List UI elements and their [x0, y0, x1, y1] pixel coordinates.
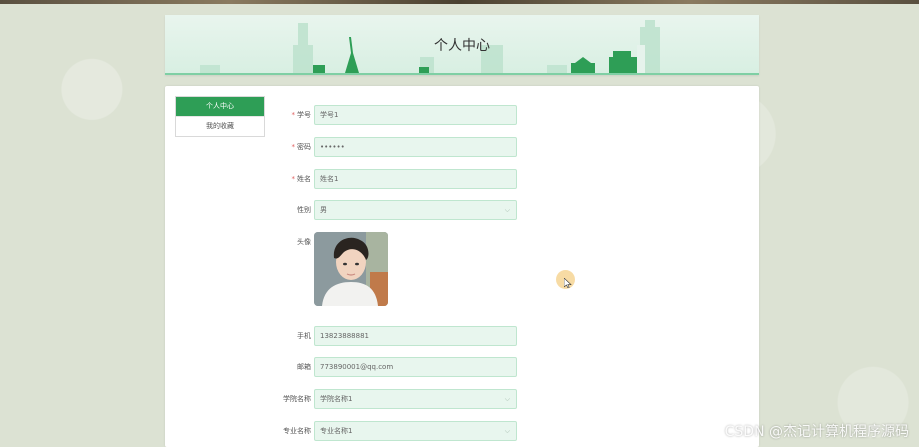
email-input[interactable]: 773890001@qq.com	[314, 357, 517, 377]
page-banner: 个人中心	[165, 15, 759, 75]
form-row-major: 专业名称 专业名称1 ⌵	[265, 421, 517, 441]
menu-item-my-favorites[interactable]: 我的收藏	[176, 116, 264, 136]
student-id-label: * 学号	[291, 111, 312, 119]
gender-select[interactable]: 男 ⌵	[314, 200, 517, 220]
required-mark: *	[291, 143, 296, 151]
form-row-college: 学院名称 学院名称1 ⌵	[265, 389, 517, 409]
student-id-input[interactable]: 学号1	[314, 105, 517, 125]
email-label: 邮箱	[297, 363, 311, 371]
side-menu: 个人中心 我的收藏	[175, 96, 265, 137]
form-row-password: * 密码 ••••••	[265, 137, 517, 157]
form-row-name: * 姓名 姓名1	[265, 169, 517, 189]
major-select[interactable]: 专业名称1 ⌵	[314, 421, 517, 441]
avatar-image[interactable]	[314, 232, 388, 306]
major-selected-value: 专业名称1	[320, 427, 353, 435]
password-input[interactable]: ••••••	[314, 137, 517, 157]
form-row-student-id: * 学号 学号1	[265, 105, 517, 125]
top-strip	[0, 0, 919, 4]
name-label: * 姓名	[291, 175, 312, 183]
name-input[interactable]: 姓名1	[314, 169, 517, 189]
college-select[interactable]: 学院名称1 ⌵	[314, 389, 517, 409]
chevron-down-icon: ⌵	[504, 427, 510, 435]
page-title: 个人中心	[434, 38, 490, 54]
required-mark: *	[291, 175, 296, 183]
chevron-down-icon: ⌵	[504, 395, 510, 403]
gender-label: 性别	[297, 206, 311, 214]
watermark-text: CSDN @杰记计算机程序源码	[724, 424, 909, 440]
avatar-portrait-icon	[314, 232, 388, 306]
avatar-label: 头像	[297, 238, 311, 246]
form-row-gender: 性别 男 ⌵	[265, 200, 517, 220]
gender-selected-value: 男	[320, 206, 327, 214]
major-label: 专业名称	[283, 427, 311, 435]
chevron-down-icon: ⌵	[504, 206, 510, 214]
password-label: * 密码	[291, 143, 312, 151]
phone-label: 手机	[297, 332, 311, 340]
form-row-email: 邮箱 773890001@qq.com	[265, 357, 517, 377]
menu-item-personal-center[interactable]: 个人中心	[176, 97, 264, 116]
profile-panel: 个人中心 我的收藏 * 学号 学号1 * 密码 •••••• * 姓名 姓名1 性别 …	[165, 86, 759, 447]
college-label: 学院名称	[283, 395, 311, 403]
college-selected-value: 学院名称1	[320, 395, 353, 403]
phone-input[interactable]: 13823888881	[314, 326, 517, 346]
mouse-pointer-icon	[564, 278, 572, 288]
form-row-avatar: 头像	[265, 232, 515, 252]
form-row-phone: 手机 13823888881	[265, 326, 517, 346]
required-mark: *	[291, 111, 296, 119]
